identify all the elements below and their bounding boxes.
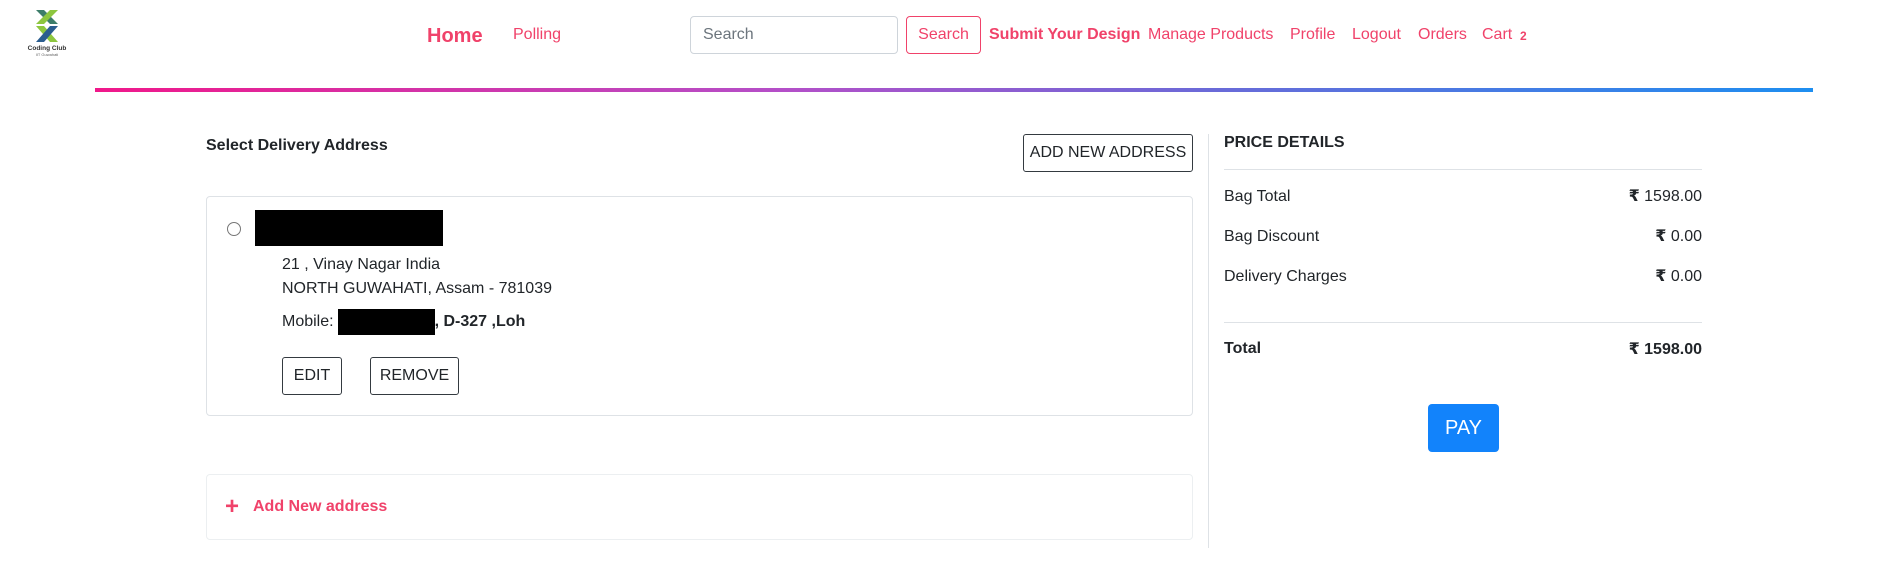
- price-divider-bottom: [1224, 322, 1702, 323]
- nav-profile-link[interactable]: Profile: [1290, 25, 1335, 45]
- vertical-divider: [1208, 134, 1209, 548]
- nav-orders-link[interactable]: Orders: [1418, 25, 1467, 45]
- address-line-1: 21 , Vinay Nagar India: [282, 256, 441, 273]
- nav-logout-link[interactable]: Logout: [1352, 25, 1401, 45]
- search-button[interactable]: Search: [906, 16, 981, 54]
- coding-club-logo[interactable]: Coding Club IIT Guwahati: [24, 8, 70, 60]
- edit-address-button[interactable]: EDIT: [282, 357, 342, 395]
- cart-count-badge: 2: [1520, 29, 1527, 43]
- logo-subtext: IIT Guwahati: [35, 52, 59, 57]
- delivery-charges-value: ₹ 0.00: [1655, 268, 1702, 285]
- mobile-extra-text: , D-327 ,Loh: [434, 313, 526, 330]
- bag-total-value: ₹ 1598.00: [1628, 188, 1702, 205]
- mobile-line: Mobile: , D-327 ,Loh: [282, 309, 525, 335]
- total-value: ₹ 1598.00: [1628, 341, 1702, 358]
- total-label: Total: [1224, 340, 1262, 357]
- bag-discount-value: ₹ 0.00: [1655, 228, 1702, 245]
- rupee-icon: ₹: [1655, 268, 1667, 285]
- address-card[interactable]: 21 , Vinay Nagar India NORTH GUWAHATI, A…: [206, 196, 1193, 416]
- add-new-address-row[interactable]: + Add New address: [206, 474, 1193, 540]
- header-gradient-divider: [95, 88, 1813, 92]
- nav-manage-products-link[interactable]: Manage Products: [1148, 25, 1273, 45]
- add-new-address-button[interactable]: ADD NEW ADDRESS: [1023, 134, 1193, 172]
- select-delivery-address-heading: Select Delivery Address: [206, 137, 388, 154]
- plus-icon: +: [225, 493, 240, 520]
- address-select-radio[interactable]: [227, 222, 241, 236]
- bag-total-label: Bag Total: [1224, 188, 1291, 205]
- pay-button[interactable]: PAY: [1428, 404, 1499, 452]
- bag-discount-label: Bag Discount: [1224, 228, 1320, 245]
- rupee-icon: ₹: [1628, 341, 1640, 358]
- nav-submit-design-link[interactable]: Submit Your Design: [989, 25, 1140, 45]
- nav-polling-link[interactable]: Polling: [513, 25, 561, 45]
- price-details-heading: PRICE DETAILS: [1224, 134, 1345, 151]
- mobile-label: Mobile:: [282, 313, 334, 330]
- nav-cart-link[interactable]: Cart: [1482, 25, 1512, 45]
- rupee-icon: ₹: [1655, 228, 1667, 245]
- address-line-2: NORTH GUWAHATI, Assam - 781039: [282, 280, 552, 297]
- search-input[interactable]: [690, 16, 898, 54]
- logo-text: Coding Club: [27, 45, 67, 52]
- delivery-charges-label: Delivery Charges: [1224, 268, 1347, 285]
- rupee-icon: ₹: [1628, 188, 1640, 205]
- add-new-address-label: Add New address: [253, 498, 388, 515]
- price-divider-top: [1224, 169, 1702, 170]
- remove-address-button[interactable]: REMOVE: [370, 357, 459, 395]
- nav-home-link[interactable]: Home: [427, 24, 483, 48]
- redacted-mobile-block: [337, 309, 435, 335]
- redacted-name-block: [255, 210, 443, 246]
- logo-mark-icon: [36, 10, 58, 42]
